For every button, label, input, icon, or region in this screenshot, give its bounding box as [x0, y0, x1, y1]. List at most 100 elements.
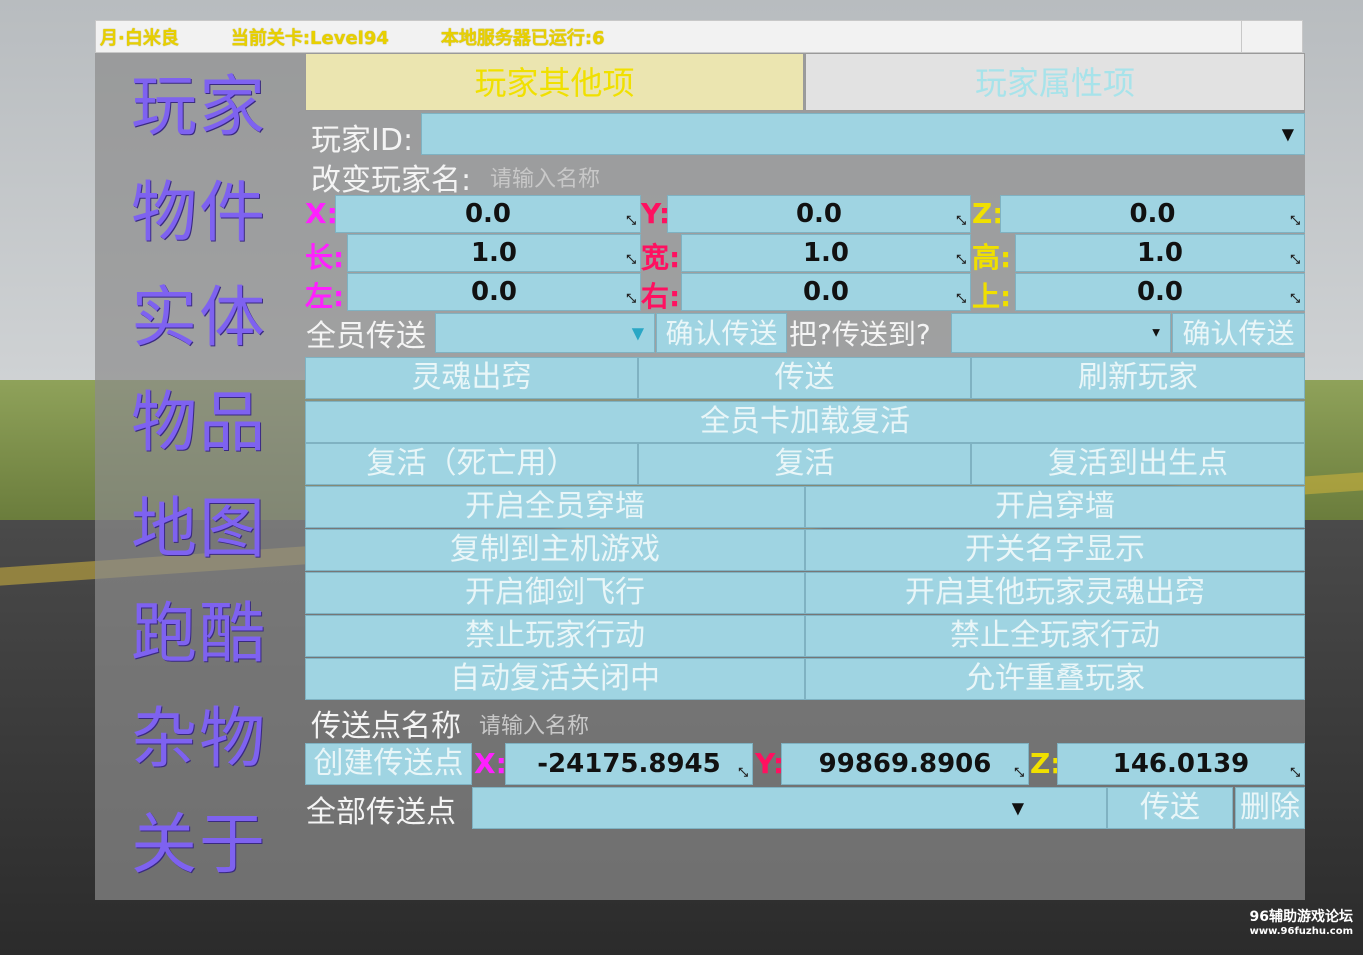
soul-out-button[interactable]: 灵魂出窍: [305, 357, 638, 399]
pos-x-value: 0.0: [464, 199, 512, 229]
waypoint-name-label: 传送点名称: [311, 709, 461, 744]
chevron-down-icon: ▼: [1152, 327, 1160, 339]
pos-x-label: X:: [305, 197, 338, 230]
scale-h-value: 1.0: [1136, 238, 1184, 268]
resize-icon: ⤡: [1014, 765, 1024, 779]
category-nav: 玩家 物件 实体 物品 地图 跑酷 杂物 关于: [95, 53, 305, 900]
resize-icon: ⤡: [626, 252, 636, 266]
teleport-all-dropdown[interactable]: ▼: [435, 313, 655, 353]
all-noclip-button[interactable]: 开启全员穿墙: [305, 486, 805, 528]
nav-item-items[interactable]: 物品: [131, 383, 271, 463]
teleport-target-label: 把?传送到?: [789, 318, 931, 351]
all-waypoints-dropdown[interactable]: ▼: [472, 787, 1107, 829]
revive-dead-button[interactable]: 复活（死亡用）: [305, 443, 638, 485]
waypoint-x-field[interactable]: -24175.8945 ⤡: [505, 743, 753, 785]
offset-left-value: 0.0: [470, 277, 518, 307]
toggle-names-button[interactable]: 开关名字显示: [805, 529, 1305, 571]
nav-item-objects[interactable]: 物件: [131, 173, 271, 253]
teleport-target-dropdown[interactable]: ▼: [951, 313, 1171, 353]
tab-player-attributes[interactable]: 玩家属性项: [805, 53, 1305, 111]
scale-w-value: 1.0: [802, 238, 850, 268]
noclip-button[interactable]: 开启穿墙: [805, 486, 1305, 528]
waypoint-x-value: -24175.8945: [537, 749, 721, 779]
scale-l-value: 1.0: [470, 238, 518, 268]
chevron-down-icon: ▼: [1011, 798, 1024, 818]
chevron-down-icon: ▼: [1281, 124, 1294, 144]
all-revive-button[interactable]: 全员卡加载复活: [305, 401, 1305, 443]
mod-menu-panel: 玩家 物件 实体 物品 地图 跑酷 杂物 关于 玩家其他项 玩家属性项 玩家ID…: [95, 53, 1305, 900]
all-waypoints-label: 全部传送点: [306, 795, 456, 830]
offset-right-label: 右:: [641, 280, 681, 313]
resize-icon: ⤡: [1290, 252, 1300, 266]
nav-item-entities[interactable]: 实体: [131, 278, 271, 358]
resize-icon: ⤡: [626, 213, 636, 227]
waypoint-y-label: Y:: [755, 747, 785, 780]
resize-icon: ⤡: [626, 291, 636, 305]
resize-icon: ⤡: [1290, 213, 1300, 227]
nav-item-misc[interactable]: 杂物: [131, 699, 271, 779]
waypoint-z-field[interactable]: 146.0139 ⤡: [1057, 743, 1305, 785]
nav-item-player[interactable]: 玩家: [131, 67, 271, 147]
pos-z-field[interactable]: 0.0 ⤡: [1000, 195, 1305, 233]
server-uptime: 本地服务器已运行:6: [440, 27, 605, 49]
auto-revive-button[interactable]: 自动复活关闭中: [305, 658, 805, 700]
teleport-button[interactable]: 传送: [638, 357, 971, 399]
rename-input[interactable]: 请输入名称: [490, 161, 600, 193]
scale-l-label: 长:: [305, 241, 345, 274]
confirm-teleport-target-button[interactable]: 确认传送: [1172, 313, 1305, 353]
revive-button[interactable]: 复活: [638, 443, 971, 485]
confirm-teleport-all-button[interactable]: 确认传送: [656, 313, 787, 353]
scale-w-label: 宽:: [641, 241, 681, 274]
waypoint-teleport-button[interactable]: 传送: [1107, 787, 1233, 829]
waypoint-z-value: 146.0139: [1112, 749, 1250, 779]
status-bar: 月·白米良 当前关卡:Level94 本地服务器已运行:6: [95, 20, 1303, 53]
refresh-players-button[interactable]: 刷新玩家: [971, 357, 1305, 399]
watermark-url: www.96fuzhu.com: [1249, 926, 1353, 937]
nav-item-about[interactable]: 关于: [131, 805, 271, 885]
chevron-down-icon: ▼: [631, 323, 644, 343]
ban-all-button[interactable]: 禁止全玩家行动: [805, 615, 1305, 657]
resize-icon: ⤡: [1290, 765, 1300, 779]
player-name: 月·白米良: [100, 27, 179, 49]
scale-w-field[interactable]: 1.0 ⤡: [681, 234, 971, 272]
offset-up-field[interactable]: 0.0 ⤡: [1015, 273, 1305, 311]
rename-label: 改变玩家名:: [311, 163, 472, 198]
offset-up-label: 上:: [972, 280, 1012, 313]
pos-x-field[interactable]: 0.0 ⤡: [335, 195, 641, 233]
pos-y-field[interactable]: 0.0 ⤡: [667, 195, 971, 233]
offset-up-value: 0.0: [1136, 277, 1184, 307]
resize-icon: ⤡: [956, 291, 966, 305]
current-level: 当前关卡:Level94: [230, 27, 389, 49]
offset-left-label: 左:: [305, 280, 345, 313]
create-waypoint-button[interactable]: 创建传送点: [305, 743, 472, 785]
resize-icon: ⤡: [956, 252, 966, 266]
sword-fly-button[interactable]: 开启御剑飞行: [305, 572, 805, 614]
player-id-dropdown[interactable]: ▼: [421, 113, 1305, 155]
pos-z-value: 0.0: [1129, 199, 1176, 229]
nav-item-parkour[interactable]: 跑酷: [131, 594, 271, 674]
resize-icon: ⤡: [738, 765, 748, 779]
status-bar-end-box: [1241, 21, 1302, 52]
tab-player-other[interactable]: 玩家其他项: [305, 53, 804, 111]
waypoint-delete-button[interactable]: 删除: [1235, 787, 1305, 829]
allow-overlap-button[interactable]: 允许重叠玩家: [805, 658, 1305, 700]
resize-icon: ⤡: [1290, 291, 1300, 305]
waypoint-name-input[interactable]: 请输入名称: [479, 708, 589, 740]
waypoint-y-field[interactable]: 99869.8906 ⤡: [781, 743, 1029, 785]
others-soul-button[interactable]: 开启其他玩家灵魂出窍: [805, 572, 1305, 614]
waypoint-y-value: 99869.8906: [818, 749, 992, 779]
offset-right-value: 0.0: [802, 277, 850, 307]
offset-right-field[interactable]: 0.0 ⤡: [681, 273, 971, 311]
pos-z-label: Z:: [972, 197, 1004, 230]
copy-host-button[interactable]: 复制到主机游戏: [305, 529, 805, 571]
pos-y-label: Y:: [641, 197, 671, 230]
scale-l-field[interactable]: 1.0 ⤡: [347, 234, 641, 272]
player-id-label: 玩家ID:: [311, 123, 414, 158]
ban-player-button[interactable]: 禁止玩家行动: [305, 615, 805, 657]
nav-item-map[interactable]: 地图: [131, 489, 271, 569]
waypoint-x-label: X:: [474, 747, 507, 780]
revive-spawn-button[interactable]: 复活到出生点: [971, 443, 1305, 485]
pos-y-value: 0.0: [795, 199, 843, 229]
offset-left-field[interactable]: 0.0 ⤡: [347, 273, 641, 311]
scale-h-field[interactable]: 1.0 ⤡: [1015, 234, 1305, 272]
